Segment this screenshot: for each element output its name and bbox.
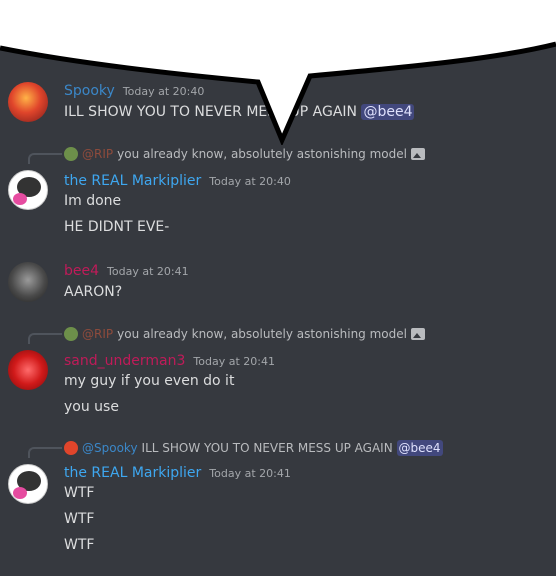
reply-spine	[28, 153, 62, 164]
user-mention[interactable]: @bee4	[396, 440, 443, 456]
timestamp: Today at 20:40	[122, 85, 205, 98]
reply-avatar	[64, 441, 78, 455]
reply-spine	[28, 447, 62, 458]
reply-preview[interactable]: @RIP you already know, absolutely astoni…	[64, 146, 425, 162]
speech-bubble	[0, 0, 556, 145]
timestamp: Today at 20:41	[107, 265, 189, 278]
timestamp: Today at 20:41	[209, 467, 291, 480]
reply-preview[interactable]: @RIP you already know, absolutely astoni…	[64, 326, 425, 342]
message-content: WTF	[64, 537, 95, 553]
avatar[interactable]	[8, 170, 48, 210]
message-content: HE DIDNT EVE-	[64, 219, 170, 235]
image-icon	[410, 328, 425, 340]
reply-spine	[28, 333, 62, 344]
author-name[interactable]: the REAL Markiplier	[64, 465, 201, 481]
message-content: Im done	[64, 193, 122, 209]
reply-author[interactable]: @RIP	[82, 146, 113, 162]
avatar[interactable]	[8, 464, 48, 504]
message-content: you use	[64, 399, 119, 415]
timestamp: Today at 20:41	[193, 355, 275, 368]
author-name[interactable]: the REAL Markiplier	[64, 173, 201, 189]
reply-author[interactable]: @RIP	[82, 326, 113, 342]
reply-preview[interactable]: @Spooky ILL SHOW YOU TO NEVER MESS UP AG…	[64, 440, 443, 456]
author-name[interactable]: bee4	[64, 263, 99, 279]
timestamp: Today at 20:40	[209, 175, 291, 188]
reply-author[interactable]: @Spooky	[82, 440, 138, 456]
reply-avatar	[64, 327, 78, 341]
message-content: my guy if you even do it	[64, 373, 235, 389]
message-content: ILL SHOW YOU TO NEVER MESS UP AGAIN @bee…	[64, 104, 415, 120]
reply-text: you already know, absolutely astonishing…	[117, 327, 407, 341]
user-mention[interactable]: @bee4	[361, 104, 415, 120]
reply-text: ILL SHOW YOU TO NEVER MESS UP AGAIN	[141, 441, 393, 455]
reply-avatar	[64, 147, 78, 161]
author-name[interactable]: Spooky	[64, 83, 115, 99]
reply-text: you already know, absolutely astonishing…	[117, 147, 407, 161]
message-content: WTF	[64, 511, 95, 527]
message-content: WTF	[64, 485, 95, 501]
avatar[interactable]	[8, 82, 48, 122]
image-icon	[410, 148, 425, 160]
message-content: AARON?	[64, 284, 123, 300]
avatar[interactable]	[8, 350, 48, 390]
avatar[interactable]	[8, 262, 48, 302]
author-name[interactable]: sand_underman3	[64, 353, 185, 369]
